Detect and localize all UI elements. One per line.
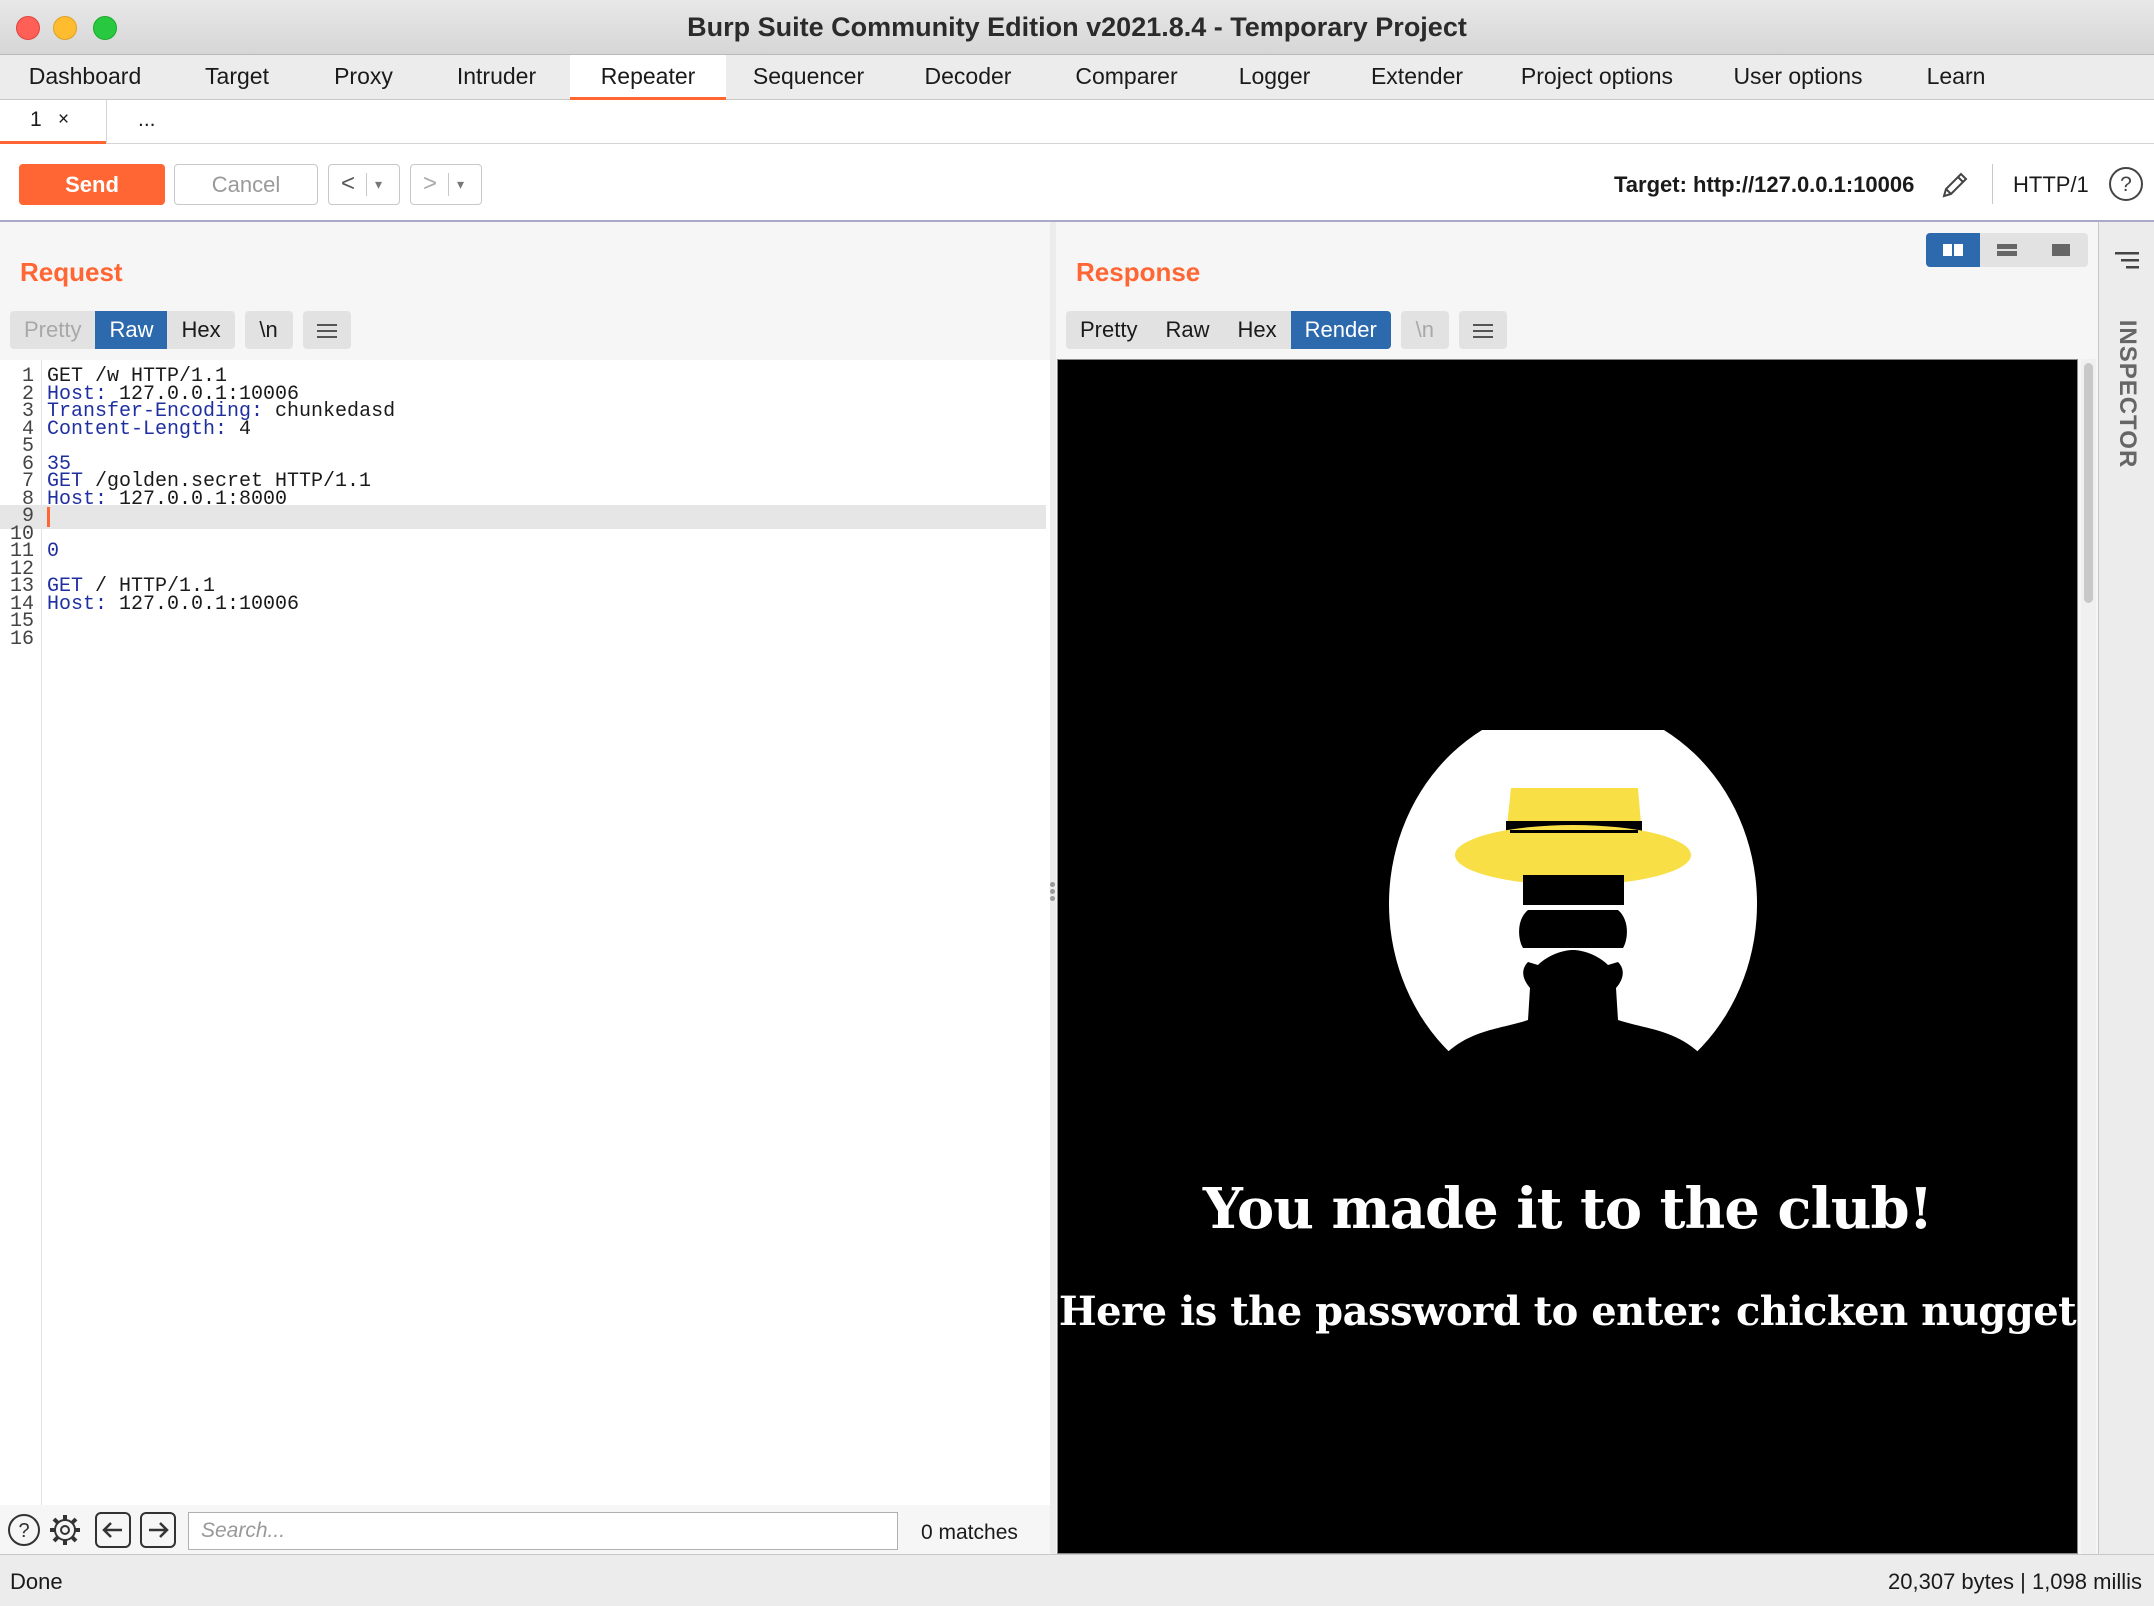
cancel-button[interactable]: Cancel — [174, 164, 318, 205]
chevron-down-icon[interactable]: ▾ — [375, 165, 382, 203]
response-format-group: Pretty Raw Hex Render — [1066, 311, 1391, 349]
tab-user-options[interactable]: User options — [1701, 55, 1895, 100]
response-format-pretty[interactable]: Pretty — [1066, 311, 1151, 349]
rows-icon — [1997, 244, 2017, 256]
tab-proxy[interactable]: Proxy — [304, 55, 423, 100]
tabs-layout-button[interactable] — [2034, 233, 2088, 267]
render-scrollbar[interactable] — [2081, 359, 2096, 1554]
tab-target[interactable]: Target — [170, 55, 304, 100]
response-format-hex[interactable]: Hex — [1223, 311, 1290, 349]
new-tab-button[interactable]: ... — [138, 100, 156, 144]
tab-intruder[interactable]: Intruder — [423, 55, 570, 100]
top-bottom-layout-button[interactable] — [1980, 233, 2034, 267]
spy-hat-logo — [1389, 730, 1757, 1070]
pencil-icon[interactable] — [1938, 168, 1972, 202]
request-format-hex[interactable]: Hex — [167, 311, 234, 349]
tab-project-options[interactable]: Project options — [1493, 55, 1701, 100]
window-title: Burp Suite Community Edition v2021.8.4 -… — [687, 12, 1467, 42]
render-heading: You made it to the club! — [1202, 1176, 1933, 1242]
svg-text:?: ? — [2120, 173, 2132, 196]
svg-text:?: ? — [18, 1520, 29, 1542]
menu-icon — [1472, 324, 1493, 339]
chevron-down-icon[interactable]: ▾ — [457, 165, 464, 203]
response-title: Response — [1076, 257, 1201, 287]
request-format-bar: Pretty Raw Hex \n — [10, 311, 361, 349]
help-icon[interactable]: ? — [2108, 166, 2144, 202]
response-format-raw[interactable]: Raw — [1151, 311, 1223, 349]
response-panel: Response Pretty Raw Hex Render \n You made … — [1056, 222, 2098, 1554]
request-format-group: Pretty Raw Hex — [10, 311, 235, 349]
menu-icon — [316, 324, 337, 339]
code-line[interactable]: 16 — [0, 628, 1046, 652]
request-search-bar: ? Search... 0 matches — [0, 1505, 1050, 1554]
http-version-label[interactable]: HTTP/1 — [2013, 172, 2089, 198]
layout-toggle — [1926, 233, 2088, 267]
line-number: 16 — [9, 627, 34, 651]
render-password-text: Here is the password to enter: chicken n… — [1058, 1288, 2077, 1335]
request-menu-button[interactable] — [302, 311, 351, 349]
request-format-raw[interactable]: Raw — [95, 311, 168, 349]
history-forward-button[interactable]: > ▾ — [410, 164, 482, 205]
repeater-tab-bar: 1 × ... — [0, 100, 2154, 145]
repeater-toolbar: Send Cancel < ▾ > ▾ Target: http://127.0… — [0, 144, 2154, 222]
repeater-tab-1[interactable]: 1 × — [0, 100, 107, 145]
tab-logger[interactable]: Logger — [1208, 55, 1341, 100]
newline-toggle-button[interactable]: \n — [1400, 311, 1449, 349]
tab-learn[interactable]: Learn — [1895, 55, 2017, 100]
response-stats: 20,307 bytes | 1,098 millis — [1888, 1569, 2142, 1594]
status-text: Done — [10, 1569, 63, 1594]
target-label: Target: http://127.0.0.1:10006 — [1614, 172, 1915, 197]
tab-decoder[interactable]: Decoder — [891, 55, 1045, 100]
split-pane-handle[interactable] — [1048, 880, 1056, 910]
close-tab-icon[interactable]: × — [58, 100, 69, 140]
inspector-label: INSPECTOR — [2114, 319, 2141, 469]
repeater-tab-number: 1 — [30, 108, 42, 131]
response-menu-button[interactable] — [1458, 311, 1507, 349]
title-bar: Burp Suite Community Edition v2021.8.4 -… — [0, 0, 2154, 55]
request-title: Request — [20, 257, 123, 287]
forward-arrow-icon: > — [423, 170, 438, 197]
tab-sequencer[interactable]: Sequencer — [726, 55, 891, 100]
response-format-bar: Pretty Raw Hex Render \n — [1066, 311, 1517, 349]
main-tab-bar: Dashboard Target Proxy Intruder Repeater Sequ… — [0, 55, 2154, 101]
inspector-sidebar: INSPECTOR — [2098, 222, 2154, 1554]
rendered-response: You made it to the club! Here is the pas… — [1057, 359, 2078, 1554]
back-arrow-icon: < — [341, 170, 356, 197]
columns-icon — [1943, 244, 1963, 256]
previous-match-icon[interactable] — [95, 1512, 131, 1548]
newline-toggle-button[interactable]: \n — [244, 311, 293, 349]
tab-extender[interactable]: Extender — [1341, 55, 1493, 100]
tab-dashboard[interactable]: Dashboard — [0, 55, 170, 100]
status-bar: Done 20,307 bytes | 1,098 millis — [0, 1554, 2154, 1606]
inspector-tab[interactable]: INSPECTOR — [2103, 318, 2151, 478]
gear-icon[interactable] — [47, 1512, 83, 1548]
send-button[interactable]: Send — [19, 164, 165, 205]
request-editor[interactable]: 1 GET /w HTTP/1.1 2 Host: 127.0.0.1:10006 3 T… — [0, 360, 1050, 1505]
response-format-render[interactable]: Render — [1290, 311, 1391, 349]
single-pane-icon — [2052, 244, 2070, 256]
request-panel: Request Pretty Raw Hex \n 1 GET /w HTTP/1.1… — [0, 222, 1050, 1554]
help-icon[interactable]: ? — [6, 1512, 42, 1548]
next-match-icon[interactable] — [140, 1512, 176, 1548]
search-input[interactable]: Search... — [188, 1512, 898, 1550]
request-format-pretty[interactable]: Pretty — [10, 311, 95, 349]
side-by-side-layout-button[interactable] — [1926, 233, 1980, 267]
inspector-menu-icon[interactable] — [2113, 248, 2141, 272]
match-count: 0 matches — [921, 1521, 1018, 1544]
tab-comparer[interactable]: Comparer — [1045, 55, 1208, 100]
tab-repeater[interactable]: Repeater — [570, 55, 726, 101]
history-back-button[interactable]: < ▾ — [328, 164, 400, 205]
